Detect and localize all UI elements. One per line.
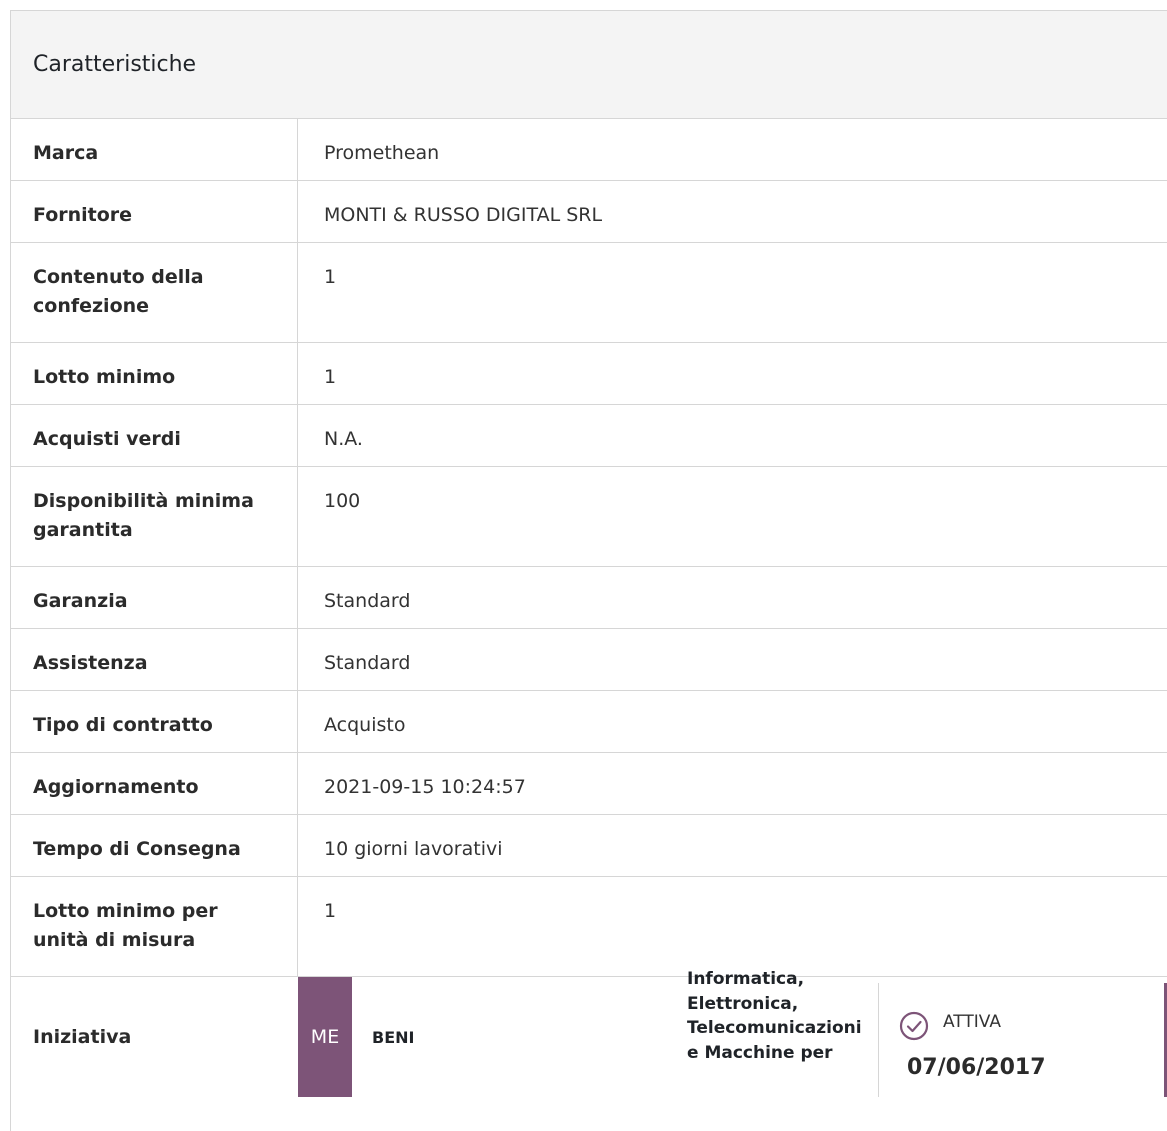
row-label: Contenuto della confezione [11, 243, 298, 342]
row-value: 10 giorni lavorativi [324, 838, 503, 860]
panel-title: Caratteristiche [11, 11, 1167, 119]
row-value: N.A. [324, 428, 363, 450]
table-row: Contenuto della confezione 1 [11, 243, 1167, 343]
row-label: Aggiornamento [11, 753, 298, 814]
table-row: Garanzia Standard [11, 567, 1167, 629]
row-value: 1 [324, 366, 337, 388]
row-value: Standard [324, 652, 411, 674]
initiative-type: BENI [372, 1027, 415, 1047]
initiative-code-badge: ME [298, 977, 352, 1097]
initiative-status: ATTIVA 07/06/2017 [878, 983, 1167, 1097]
row-value: 1 [324, 266, 337, 288]
status-label: ATTIVA [943, 1012, 1001, 1032]
row-label: Tipo di contratto [11, 691, 298, 752]
row-label: Acquisti verdi [11, 405, 298, 466]
table-row: Aggiornamento 2021-09-15 10:24:57 [11, 753, 1167, 815]
table-row: Fornitore MONTI & RUSSO DIGITAL SRL [11, 181, 1167, 243]
row-value: Acquisto [324, 714, 406, 736]
initiative-category: Informatica, Elettronica, Telecomunicazi… [687, 969, 862, 1063]
iniziativa-label: Iniziativa [33, 1025, 132, 1048]
row-label: Marca [11, 119, 298, 180]
row-label: Disponibilità minima garantita [11, 467, 298, 566]
row-label: Assistenza [11, 629, 298, 690]
characteristics-table: Caratteristiche Marca Promethean Fornito… [10, 10, 1167, 1131]
row-label: Lotto minimo [11, 343, 298, 404]
table-row: Tempo di Consegna 10 giorni lavorativi [11, 815, 1167, 877]
status-date: 07/06/2017 [907, 1055, 1046, 1080]
row-value: 2021-09-15 10:24:57 [324, 776, 526, 798]
table-row: Acquisti verdi N.A. [11, 405, 1167, 467]
table-row: Tipo di contratto Acquisto [11, 691, 1167, 753]
table-row: Lotto minimo 1 [11, 343, 1167, 405]
table-row: Disponibilità minima garantita 100 [11, 467, 1167, 567]
table-row: Assistenza Standard [11, 629, 1167, 691]
row-value: 100 [324, 490, 361, 512]
check-circle-icon [899, 1011, 929, 1041]
row-value: Promethean [324, 142, 440, 164]
row-value: MONTI & RUSSO DIGITAL SRL [324, 204, 603, 226]
row-label: Lotto minimo per unità di misura [11, 877, 298, 976]
table-row: Lotto minimo per unità di misura 1 [11, 877, 1167, 977]
iniziativa-row: Iniziativa ME BENI Informatica, Elettron… [11, 969, 1167, 1097]
row-label: Garanzia [11, 567, 298, 628]
row-label: Fornitore [11, 181, 298, 242]
row-value: Standard [324, 590, 411, 612]
table-row: Marca Promethean [11, 119, 1167, 181]
row-value: 1 [324, 900, 337, 922]
row-label: Tempo di Consegna [11, 815, 298, 876]
